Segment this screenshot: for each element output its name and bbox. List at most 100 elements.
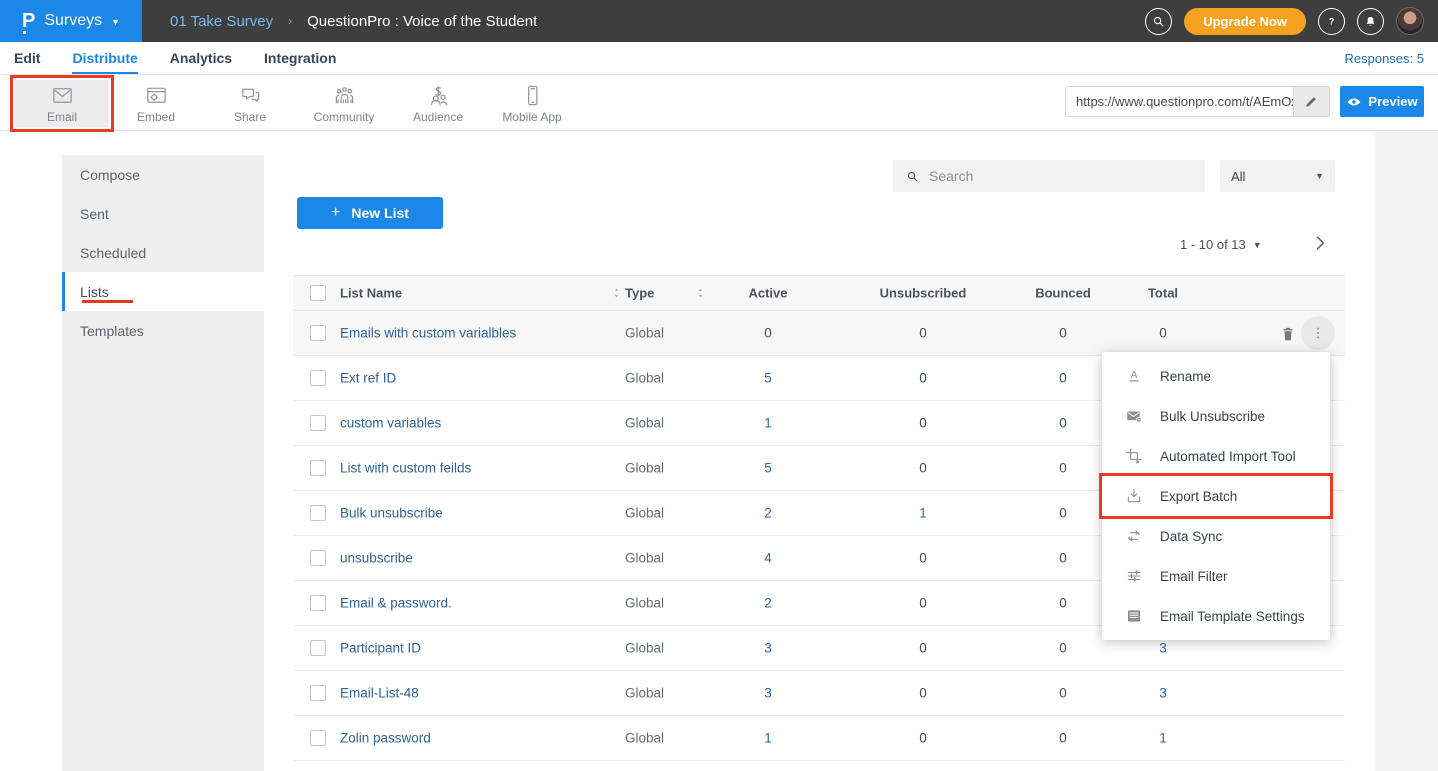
active-count[interactable]: 1 — [738, 416, 798, 431]
channel-email[interactable]: Email — [15, 80, 109, 127]
menu-item-email-filter[interactable]: Email Filter — [1102, 556, 1330, 596]
active-count[interactable]: 5 — [738, 371, 798, 386]
notifications-button[interactable] — [1357, 8, 1384, 35]
rename-icon: A — [1125, 367, 1143, 385]
table-row[interactable]: Emails with custom varialblesGlobal0000 — [293, 311, 1345, 356]
list-name-link[interactable]: Emails with custom varialbles — [340, 326, 516, 341]
sort-icon[interactable] — [610, 287, 623, 300]
list-type: Global — [625, 416, 664, 431]
tab-analytics[interactable]: Analytics — [170, 50, 232, 66]
select-all-checkbox[interactable] — [310, 285, 326, 301]
tab-integration[interactable]: Integration — [264, 50, 336, 66]
row-checkbox[interactable] — [310, 685, 326, 701]
total-count[interactable]: 3 — [1138, 686, 1188, 701]
row-checkbox[interactable] — [310, 370, 326, 386]
channel-community[interactable]: Community — [297, 80, 391, 127]
sidebar-item-label: Compose — [80, 167, 140, 183]
breadcrumb-survey-link[interactable]: 01 Take Survey — [170, 13, 273, 30]
menu-item-rename[interactable]: ARename — [1102, 356, 1330, 396]
bounced-count: 0 — [1023, 641, 1103, 656]
menu-item-bulk-unsubscribe[interactable]: Bulk Unsubscribe — [1102, 396, 1330, 436]
breadcrumb-separator-icon: › — [288, 14, 292, 28]
sidebar-item-scheduled[interactable]: Scheduled — [62, 233, 264, 272]
chevron-down-icon: ▼ — [1253, 240, 1262, 250]
column-header-type[interactable]: Type — [625, 286, 654, 301]
search-button[interactable] — [1145, 8, 1172, 35]
help-button[interactable]: ? — [1318, 8, 1345, 35]
row-checkbox[interactable] — [310, 505, 326, 521]
list-name-link[interactable]: List with custom feilds — [340, 461, 471, 476]
row-checkbox[interactable] — [310, 460, 326, 476]
row-checkbox[interactable] — [310, 415, 326, 431]
list-filter-dropdown[interactable]: All ▼ — [1220, 160, 1335, 192]
search-input[interactable] — [929, 168, 1179, 184]
list-name-link[interactable]: Email & password. — [340, 596, 452, 611]
list-name-link[interactable]: custom variables — [340, 416, 441, 431]
survey-url-text[interactable]: https://www.questionpro.com/t/AEmOx2 — [1066, 94, 1293, 109]
sidebar-item-lists[interactable]: Lists — [62, 272, 264, 311]
row-checkbox[interactable] — [310, 595, 326, 611]
channel-embed[interactable]: Embed — [109, 80, 203, 127]
active-count[interactable]: 5 — [738, 461, 798, 476]
list-name-link[interactable]: Zolin password — [340, 731, 431, 746]
channel-list: EmailEmbedShareCommunityAudienceMobile A… — [15, 80, 579, 127]
delete-list-button[interactable] — [1279, 324, 1297, 343]
email-sidebar: Compose SentScheduledListsTemplates — [62, 155, 264, 771]
list-type: Global — [625, 596, 664, 611]
next-page-button[interactable] — [1310, 233, 1330, 253]
table-row[interactable]: Zolin passwordGlobal1001 — [293, 716, 1345, 761]
active-count[interactable]: 3 — [738, 641, 798, 656]
channel-share[interactable]: Share — [203, 80, 297, 127]
bell-icon — [1363, 14, 1378, 29]
list-name-link[interactable]: Email-List-48 — [340, 686, 419, 701]
sort-icon[interactable] — [694, 287, 707, 300]
avatar[interactable] — [1396, 7, 1424, 35]
menu-item-data-sync[interactable]: Data Sync — [1102, 516, 1330, 556]
active-count[interactable]: 1 — [738, 731, 798, 746]
pagination-dropdown[interactable]: 1 - 10 of 13 ▼ — [1180, 237, 1262, 252]
product-switcher[interactable]: P Surveys ▼ — [0, 0, 142, 42]
edit-url-button[interactable] — [1293, 87, 1329, 116]
column-header-list-name[interactable]: List Name — [340, 286, 402, 301]
sidebar-item-sent[interactable]: Sent — [62, 194, 264, 233]
tab-edit[interactable]: Edit — [14, 50, 40, 66]
sidebar-item-compose[interactable]: Compose — [62, 155, 264, 194]
new-list-button[interactable]: + New List — [297, 197, 443, 229]
list-name-link[interactable]: Bulk unsubscribe — [340, 506, 443, 521]
unsubscribed-count[interactable]: 1 — [868, 506, 978, 521]
row-checkbox[interactable] — [310, 730, 326, 746]
plus-icon: + — [331, 204, 340, 222]
channel-audience[interactable]: Audience — [391, 80, 485, 127]
active-count[interactable]: 4 — [738, 551, 798, 566]
active-count[interactable]: 2 — [738, 506, 798, 521]
row-checkbox[interactable] — [310, 640, 326, 656]
right-gutter — [1375, 131, 1438, 771]
eye-icon — [1346, 94, 1362, 110]
channel-mobile-app[interactable]: Mobile App — [485, 80, 579, 127]
sidebar-item-templates[interactable]: Templates — [62, 311, 264, 350]
menu-item-label: Data Sync — [1160, 529, 1222, 544]
list-name-link[interactable]: Participant ID — [340, 641, 421, 656]
list-name-link[interactable]: Ext ref ID — [340, 371, 396, 386]
row-checkbox[interactable] — [310, 550, 326, 566]
preview-button[interactable]: Preview — [1340, 86, 1424, 117]
menu-item-label: Export Batch — [1160, 489, 1237, 504]
menu-item-export-batch[interactable]: Export Batch — [1102, 476, 1330, 516]
row-checkbox[interactable] — [310, 325, 326, 341]
active-count[interactable]: 2 — [738, 596, 798, 611]
list-name-link[interactable]: unsubscribe — [340, 551, 413, 566]
row-menu-button[interactable] — [1301, 316, 1335, 350]
community-icon — [333, 84, 356, 107]
menu-item-automated-import-tool[interactable]: Automated Import Tool — [1102, 436, 1330, 476]
total-count[interactable]: 1 — [1138, 731, 1188, 746]
menu-item-email-template-settings[interactable]: Email Template Settings — [1102, 596, 1330, 636]
active-count: 0 — [738, 326, 798, 341]
table-row[interactable]: Email-List-48Global3003 — [293, 671, 1345, 716]
active-count[interactable]: 3 — [738, 686, 798, 701]
unsubscribed-count: 0 — [868, 641, 978, 656]
tab-distribute[interactable]: Distribute — [72, 50, 137, 66]
preview-label: Preview — [1368, 94, 1417, 109]
total-count[interactable]: 3 — [1138, 641, 1188, 656]
list-type: Global — [625, 731, 664, 746]
upgrade-now-button[interactable]: Upgrade Now — [1184, 8, 1306, 35]
